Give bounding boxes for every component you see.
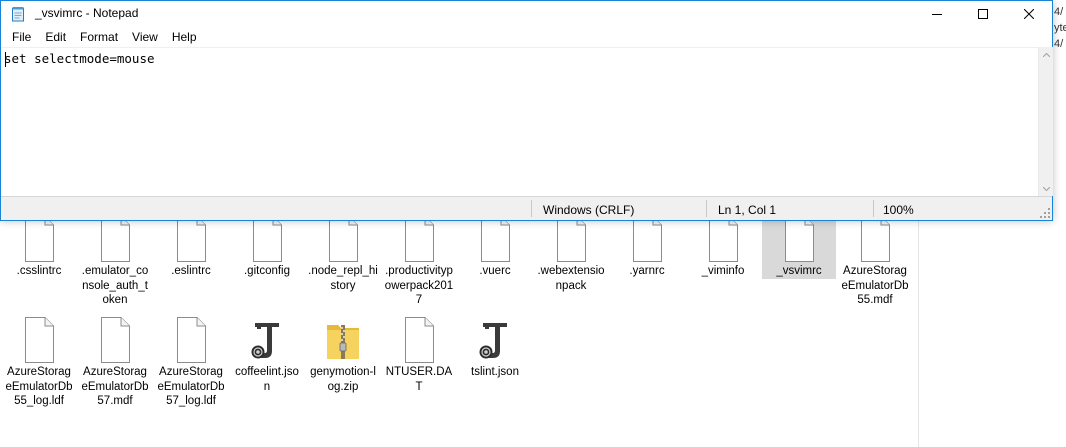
file-item[interactable]: .webextensionpack — [534, 212, 608, 293]
status-separator — [531, 200, 532, 217]
file-item[interactable]: .csslintrc — [2, 212, 76, 279]
resize-grip-icon[interactable] — [1040, 208, 1050, 218]
document-icon — [171, 216, 211, 262]
file-item[interactable]: .vuerc — [458, 212, 532, 279]
menu-edit[interactable]: Edit — [38, 28, 73, 46]
file-name-label: AzureStorageEmulatorDb57_log.ldf — [157, 366, 225, 407]
file-name-label: .yarnrc — [629, 265, 665, 277]
file-item[interactable]: tslint.json — [458, 313, 532, 380]
document-icon — [399, 216, 439, 262]
document-icon — [95, 317, 135, 363]
document-icon — [323, 216, 363, 262]
file-name-label: genymotion-log.zip — [310, 366, 376, 393]
zip-folder-icon — [323, 317, 363, 363]
document-icon — [855, 216, 895, 262]
status-line-ending: Windows (CRLF) — [543, 203, 635, 217]
menu-bar: File Edit Format View Help — [1, 27, 1052, 47]
editor-content[interactable]: set selectmode=mouse — [4, 51, 155, 66]
notepad-window: _vsvimrc - Notepad File Edit Format View… — [0, 0, 1053, 221]
file-name-label: NTUSER.DAT — [385, 366, 453, 393]
file-item[interactable]: AzureStorageEmulatorDb57.mdf — [78, 313, 152, 409]
background-text-fragment: 4/ — [1054, 38, 1064, 50]
status-zoom: 100% — [883, 203, 914, 217]
document-icon — [703, 216, 743, 262]
document-icon — [171, 317, 211, 363]
close-icon — [1024, 9, 1034, 19]
file-name-label: AzureStorageEmulatorDb57.mdf — [81, 366, 149, 407]
file-item[interactable]: .emulator_console_auth_token — [78, 212, 152, 308]
file-name-label: .vuerc — [479, 265, 511, 277]
file-name-label: AzureStorageEmulatorDb55_log.ldf — [5, 366, 73, 407]
background-text-fragment: yte — [1054, 22, 1066, 34]
file-item[interactable]: AzureStorageEmulatorDb55.mdf — [838, 212, 912, 308]
document-icon — [779, 216, 819, 262]
file-name-label: .csslintrc — [16, 265, 62, 277]
file-item[interactable]: AzureStorageEmulatorDb57_log.ldf — [154, 313, 228, 409]
status-separator — [873, 200, 874, 217]
file-item[interactable]: AzureStorageEmulatorDb55_log.ldf — [2, 313, 76, 409]
document-icon — [399, 317, 439, 363]
file-item[interactable]: _vsvimrc — [762, 212, 836, 279]
document-icon — [627, 216, 667, 262]
menu-format[interactable]: Format — [73, 28, 125, 46]
status-bar: Windows (CRLF) Ln 1, Col 1 100% — [1, 196, 1052, 220]
menu-file[interactable]: File — [5, 28, 38, 46]
status-separator — [706, 200, 707, 217]
file-name-label: .webextensionpack — [537, 265, 605, 292]
file-item[interactable]: .gitconfig — [230, 212, 304, 279]
vertical-scrollbar[interactable] — [1038, 47, 1053, 196]
text-caret — [5, 52, 6, 67]
minimize-button[interactable] — [914, 1, 960, 27]
minimize-icon — [932, 14, 942, 15]
file-name-label: .emulator_console_auth_token — [81, 265, 149, 306]
maximize-icon — [978, 9, 988, 19]
background-window-fragments: 4/ yte 4/ — [1054, 4, 1066, 52]
file-item[interactable]: .yarnrc — [610, 212, 684, 279]
document-icon — [551, 216, 591, 262]
chevron-up-icon — [1042, 52, 1050, 57]
file-name-label: .gitconfig — [243, 265, 291, 277]
json-icon — [247, 317, 287, 363]
document-icon — [19, 216, 59, 262]
file-name-label: .node_repl_history — [308, 265, 378, 292]
file-item[interactable]: .node_repl_history — [306, 212, 380, 293]
file-item[interactable]: genymotion-log.zip — [306, 313, 380, 394]
menu-view[interactable]: View — [125, 28, 165, 46]
document-icon — [247, 216, 287, 262]
file-item[interactable]: NTUSER.DAT — [382, 313, 456, 394]
scroll-down-arrow[interactable] — [1039, 181, 1053, 196]
document-icon — [95, 216, 135, 262]
text-editor-area[interactable]: set selectmode=mouse — [1, 47, 1039, 196]
maximize-button[interactable] — [960, 1, 1006, 27]
notepad-icon — [12, 7, 24, 22]
file-name-label: AzureStorageEmulatorDb55.mdf — [841, 265, 909, 306]
file-item[interactable]: .productivitypowerpack2017 — [382, 212, 456, 308]
menu-help[interactable]: Help — [165, 28, 204, 46]
document-icon — [475, 216, 515, 262]
scroll-up-arrow[interactable] — [1039, 47, 1053, 62]
file-name-label: _viminfo — [701, 265, 745, 277]
file-item[interactable]: coffeelint.json — [230, 313, 304, 394]
file-item[interactable]: .eslintrc — [154, 212, 228, 279]
file-name-label: tslint.json — [471, 366, 519, 378]
chevron-down-icon — [1042, 186, 1050, 191]
status-cursor-position: Ln 1, Col 1 — [718, 203, 777, 217]
window-title: _vsvimrc - Notepad — [35, 6, 139, 20]
title-bar[interactable]: _vsvimrc - Notepad — [1, 1, 1052, 27]
close-button[interactable] — [1006, 1, 1052, 27]
document-icon — [19, 317, 59, 363]
file-name-label: .productivitypowerpack2017 — [384, 265, 454, 306]
file-name-label: .eslintrc — [171, 265, 211, 277]
background-text-fragment: 4/ — [1054, 6, 1064, 18]
json-icon — [475, 317, 515, 363]
file-item[interactable]: _viminfo — [686, 212, 760, 279]
file-name-label: _vsvimrc — [776, 265, 822, 277]
file-name-label: coffeelint.json — [235, 366, 299, 393]
